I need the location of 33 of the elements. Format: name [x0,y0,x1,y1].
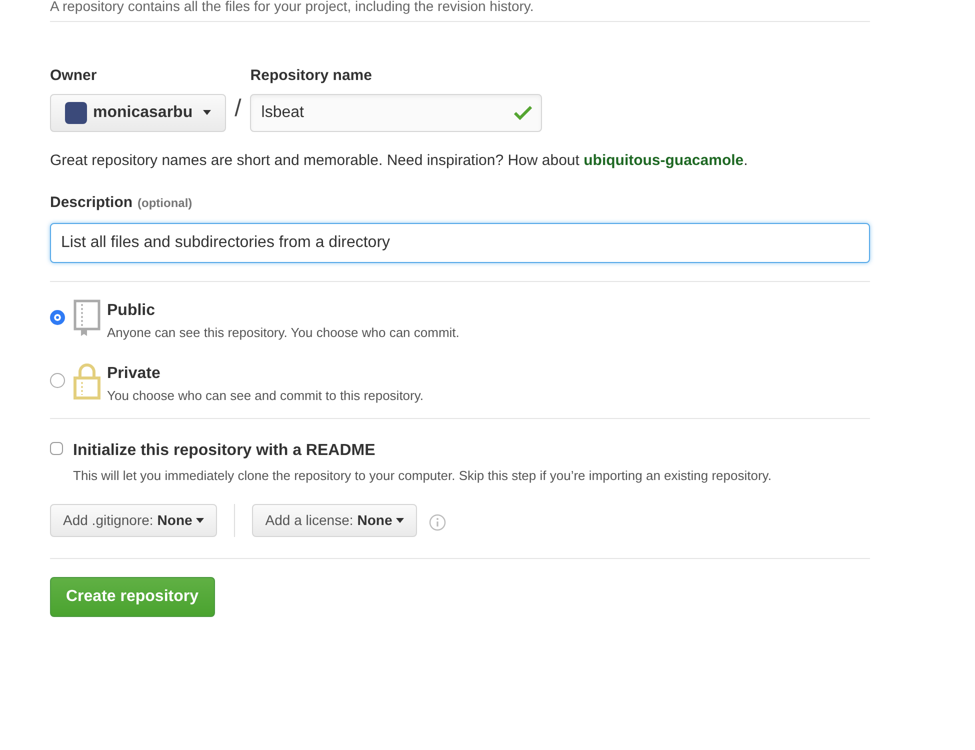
visibility-title: Private [107,364,162,384]
visibility-description: You choose who can see and commit to this repository. [107,387,424,405]
gitignore-label: Add .gitignore: [63,510,154,530]
radio-button[interactable] [50,373,65,388]
readme-checkbox[interactable] [50,442,63,454]
repo-name-label: Repository name [250,66,373,86]
owner-label: Owner [50,66,98,86]
description-label: Description [50,193,133,213]
book-icon [73,298,101,336]
info-icon[interactable] [429,514,446,530]
name-hint-text: Great repository names are short and memorable. Need inspiration? How about ubiquitous-guacamole. [50,150,749,170]
repo-name-field[interactable]: lsbeat [250,94,542,132]
visibility-title: Public [107,300,156,320]
caret-icon [196,518,204,522]
radio-button[interactable] [50,310,65,324]
caret-icon [396,518,404,522]
avatar-placeholder [65,102,87,124]
license-dropdown[interactable]: Add a license: None [252,504,418,536]
license-value: None [357,510,392,530]
license-label: Add a license: [265,510,354,530]
caret-icon [202,110,211,115]
readme-description: This will let you immediately clone the repository to your computer. Skip this step if you’re importing an existing repository. [73,466,772,485]
readme-label: Initialize this repository with a README [73,440,376,460]
owner-dropdown[interactable]: monicasarbu [50,94,226,132]
lock-icon [73,362,101,400]
gitignore-dropdown[interactable]: Add .gitignore: None [50,504,218,536]
gitignore-value: None [157,510,192,530]
intro-text: A repository contains all the files for your project, including the revision history. [50,0,535,16]
visibility-description: Anyone can see this repository. You choose who can commit. [107,324,460,342]
suggestion-link[interactable]: ubiquitous-guacamole [584,152,744,168]
description-field[interactable]: List all files and subdirectories from a directory [50,222,870,262]
optional-note: (optional) [138,195,192,212]
separator-slash: / [234,94,242,124]
